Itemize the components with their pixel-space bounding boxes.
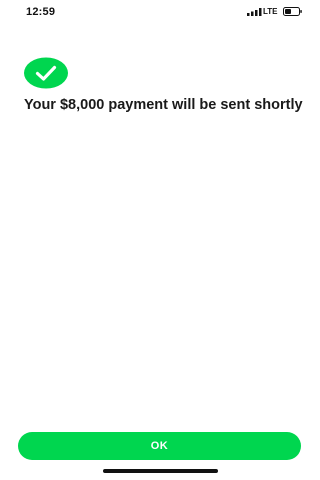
home-indicator[interactable] [103, 469, 218, 473]
confirmation-message: Your $8,000 payment will be sent shortly [24, 97, 303, 113]
check-circle-icon [24, 57, 68, 89]
payment-confirmation-screen: 12:59 LTE Your $8,000 payment will be se… [0, 0, 320, 480]
network-type-label: LTE [263, 7, 278, 16]
signal-bars-icon [247, 8, 262, 16]
status-time: 12:59 [26, 6, 56, 18]
ok-button[interactable]: OK [18, 432, 301, 460]
status-bar: 12:59 LTE [0, 0, 320, 24]
battery-icon [283, 7, 302, 16]
